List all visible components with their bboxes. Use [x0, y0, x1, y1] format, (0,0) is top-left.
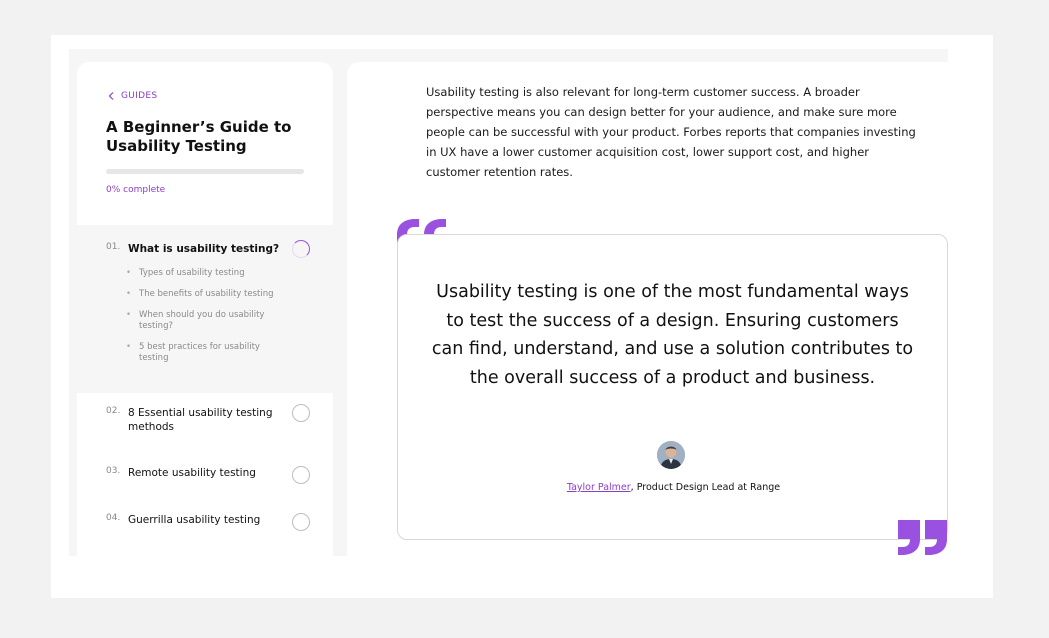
chapter-number: 04.	[106, 513, 121, 523]
chapter-number: 01.	[106, 242, 121, 252]
chapter-title: 8 Essential usability testing methods	[128, 407, 273, 433]
chevron-left-icon	[108, 92, 114, 100]
article-paragraph: Usability testing is also relevant for l…	[426, 85, 916, 179]
chapter-number: 02.	[106, 406, 121, 416]
subsection-link[interactable]: When should you do usability testing?	[126, 310, 286, 332]
chapter-title: What is usability testing?	[128, 243, 280, 255]
subsection-link[interactable]: 5 best practices for usability testing	[126, 342, 286, 364]
quote-text: Usability testing is one of the most fun…	[431, 282, 914, 388]
guide-sidebar: GUIDES A Beginner’s Guide to Usability T…	[77, 62, 333, 556]
pull-quote: Usability testing is one of the most fun…	[397, 234, 948, 540]
back-to-guides-link[interactable]: GUIDES	[108, 91, 157, 101]
content-viewport: GUIDES A Beginner’s Guide to Usability T…	[69, 49, 948, 556]
close-quote-icon	[898, 520, 947, 555]
chapter-progress-icon	[292, 404, 310, 422]
chapter-progress-icon	[292, 466, 310, 484]
sidebar-header: GUIDES A Beginner’s Guide to Usability T…	[77, 62, 333, 225]
subsection-link[interactable]: The benefits of usability testing	[126, 289, 286, 300]
chapter-progress-icon	[292, 513, 310, 531]
subsection-link[interactable]: Types of usability testing	[126, 268, 286, 279]
chapter-number: 03.	[106, 466, 121, 476]
avatar-image	[657, 441, 685, 469]
chapter-item-03[interactable]: 03. Remote usability testing	[106, 466, 256, 480]
chapter-item-04[interactable]: 04. Guerrilla usability testing	[106, 513, 260, 527]
author-name-link[interactable]: Taylor Palmer	[567, 482, 631, 493]
quote-attribution: Taylor Palmer, Product Design Lead at Ra…	[398, 482, 948, 493]
chapter-title: Guerrilla usability testing	[128, 514, 261, 526]
progress-text: 0% complete	[106, 185, 166, 195]
chapter-list: 02. 8 Essential usability testing method…	[77, 393, 333, 556]
author-role: , Product Design Lead at Range	[630, 482, 781, 493]
guide-title: A Beginner’s Guide to Usability Testing	[106, 118, 292, 155]
back-link-label: GUIDES	[121, 91, 158, 101]
progress-bar	[106, 169, 304, 174]
chapter-title: Remote usability testing	[128, 467, 256, 479]
subsection-list: Types of usability testing The benefits …	[126, 268, 286, 374]
chapter-item-02[interactable]: 02. 8 Essential usability testing method…	[106, 406, 278, 434]
author-avatar	[657, 441, 685, 469]
article-content: Usability testing is also relevant for l…	[347, 62, 948, 556]
chapter-progress-icon	[292, 240, 310, 258]
chapter-item-01[interactable]: 01. What is usability testing?	[106, 242, 279, 256]
